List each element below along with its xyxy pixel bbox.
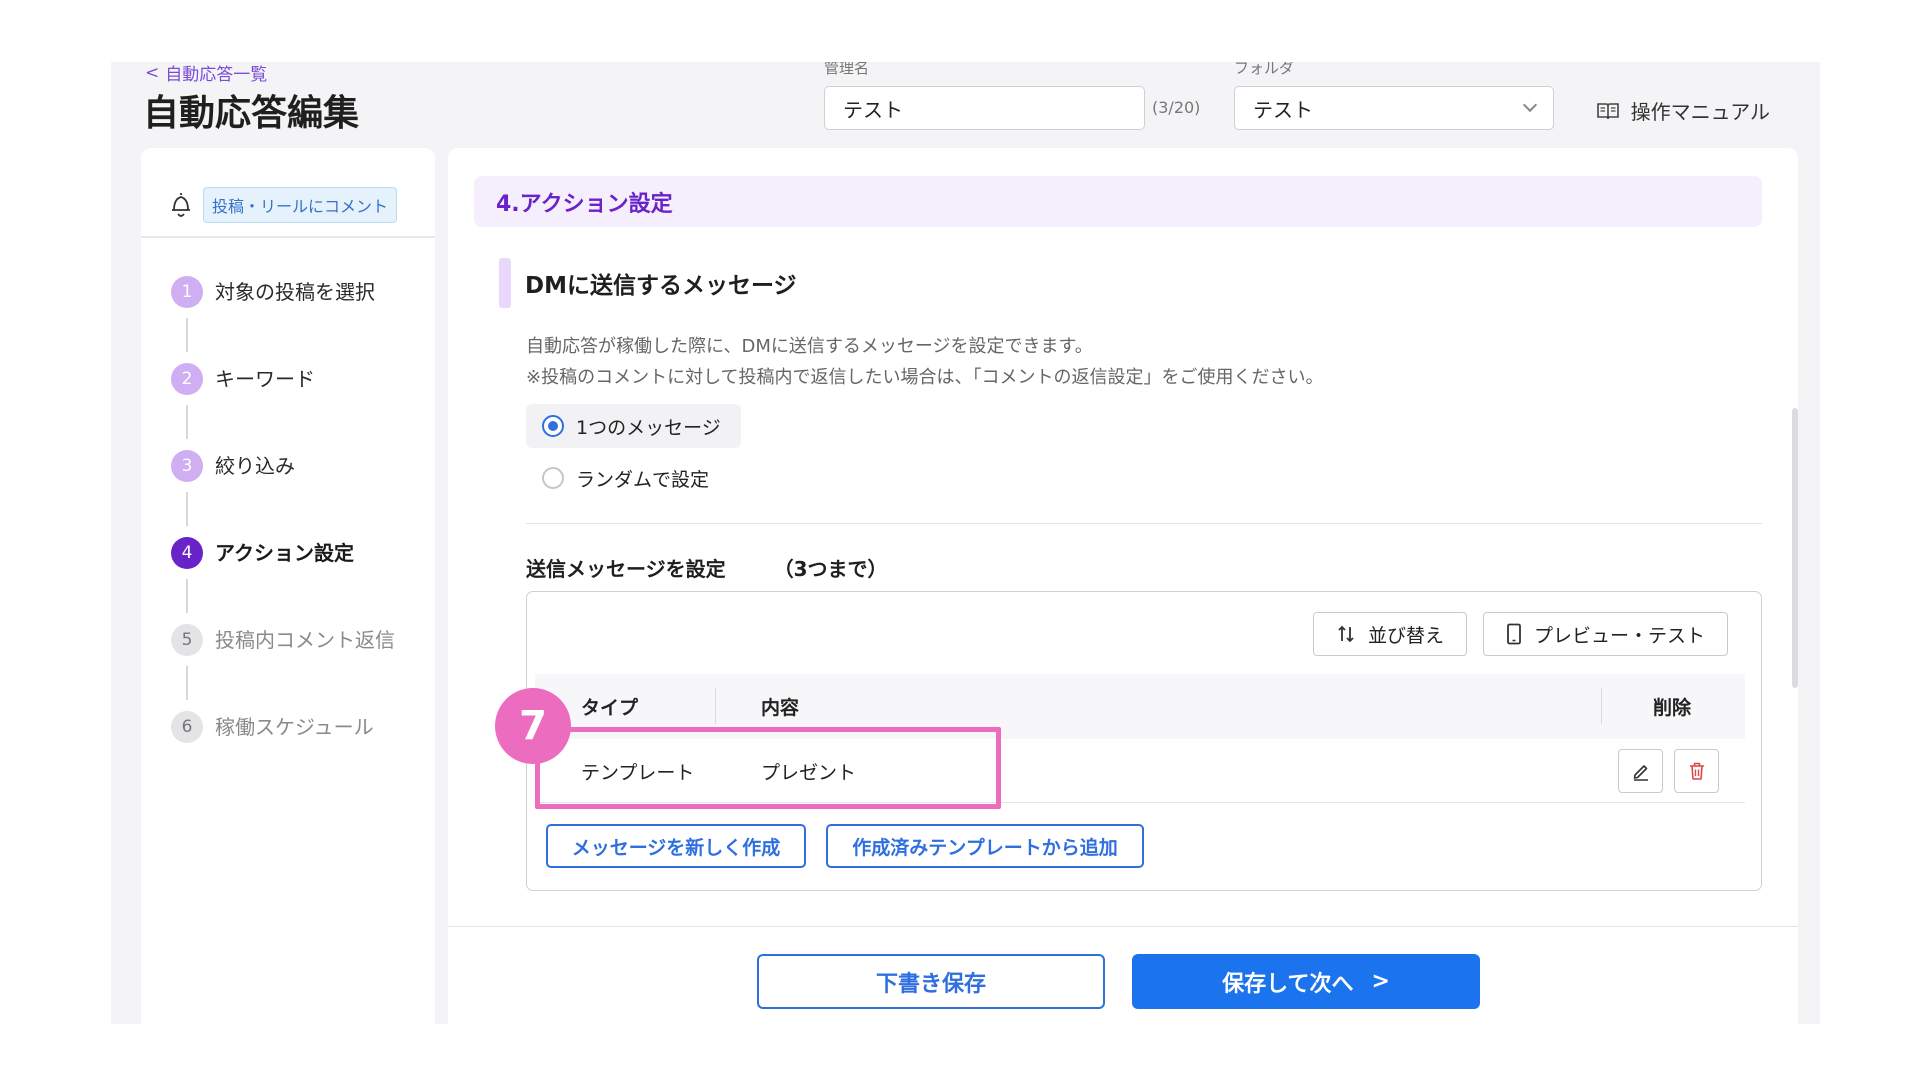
folder-field-label: フォルダ: [1234, 62, 1295, 77]
step-number: 4: [171, 537, 203, 569]
preview-test-button[interactable]: プレビュー・テスト: [1483, 612, 1729, 656]
trash-icon: [1689, 762, 1704, 780]
step-label: キーワード: [215, 367, 315, 391]
trigger-badge: 投稿・リールにコメント: [203, 187, 398, 223]
step-connector: [186, 666, 188, 700]
description-line: 自動応答が稼働した際に、DMに送信するメッセージを設定できます。: [526, 336, 1093, 357]
step-label: アクション設定: [215, 541, 354, 565]
description: 自動応答が稼働した際に、DMに送信するメッセージを設定できます。 ※投稿のコメン…: [526, 331, 1324, 393]
save-next-button-label: 保存して次へ: [1222, 971, 1354, 997]
manual-link[interactable]: 操作マニュアル: [1596, 96, 1770, 125]
step-label: 絞り込み: [215, 454, 295, 478]
sub-heading: DMに送信するメッセージ: [499, 258, 797, 308]
sub-heading-bar: [499, 258, 511, 308]
radio-button-checked[interactable]: [542, 415, 564, 437]
highlight-frame: [535, 727, 1001, 809]
step-connector: [186, 318, 188, 352]
send-message-title: 送信メッセージを設定 （3つまで）: [526, 553, 888, 582]
radio-random-message[interactable]: ランダムで設定: [526, 456, 729, 500]
trigger-type: 投稿・リールにコメント: [141, 148, 435, 238]
step-item[interactable]: 3 絞り込み: [171, 450, 395, 537]
step-label: 対象の投稿を選択: [215, 280, 375, 304]
radio-label: ランダムで設定: [576, 468, 710, 491]
step-connector: [186, 579, 188, 613]
delete-button[interactable]: [1674, 749, 1719, 793]
column-separator: [1601, 688, 1602, 724]
steps-list: 1 対象の投稿を選択 2 キーワード 3 絞り込み 4 アクション設定 5 投稿…: [171, 276, 395, 798]
description-note: ※投稿のコメントに対して投稿内で返信したい場合は、「コメントの返信設定」をご使用…: [526, 367, 1324, 388]
send-message-title-text: 送信メッセージを設定: [526, 557, 726, 581]
steps-sidebar: 投稿・リールにコメント 1 対象の投稿を選択 2 キーワード 3 絞り込み 4 …: [141, 148, 435, 1024]
chevron-left-icon: <: [145, 62, 160, 83]
step-item-current[interactable]: 4 アクション設定: [171, 537, 395, 624]
column-separator: [715, 688, 716, 724]
save-next-button[interactable]: 保存して次へ >: [1132, 954, 1480, 1009]
step-item[interactable]: 6 稼働スケジュール: [171, 711, 395, 798]
app-window: < 自動応答一覧 自動応答編集 管理名 (3/20) フォルダ テスト 操作マニ…: [111, 62, 1820, 1024]
bell-icon: [172, 193, 190, 217]
step-number: 6: [171, 711, 203, 743]
step-item[interactable]: 5 投稿内コメント返信: [171, 624, 395, 711]
folder-select[interactable]: テスト: [1234, 86, 1554, 130]
radio-button[interactable]: [542, 467, 564, 489]
book-icon: [1596, 102, 1619, 119]
step-label: 稼働スケジュール: [215, 715, 374, 739]
sort-button-label: 並び替え: [1368, 624, 1445, 647]
main-panel: 4.アクション設定 DMに送信するメッセージ 自動応答が稼働した際に、DMに送信…: [448, 148, 1798, 1024]
chevron-right-icon: >: [1371, 969, 1390, 994]
step-number: 1: [171, 276, 203, 308]
folder-select-value: テスト: [1253, 97, 1313, 122]
manual-label: 操作マニュアル: [1630, 100, 1770, 124]
step-number: 2: [171, 363, 203, 395]
new-message-button[interactable]: メッセージを新しく作成: [546, 824, 806, 868]
sort-icon: [1338, 625, 1354, 643]
step-item[interactable]: 1 対象の投稿を選択: [171, 276, 395, 363]
step-item[interactable]: 2 キーワード: [171, 363, 395, 450]
send-message-limit: （3つまで）: [773, 557, 888, 581]
name-field-label: 管理名: [824, 62, 870, 77]
name-char-counter: (3/20): [1152, 98, 1201, 117]
step-number: 5: [171, 624, 203, 656]
step-connector: [186, 405, 188, 439]
save-draft-button[interactable]: 下書き保存: [757, 954, 1105, 1009]
sub-heading-text: DMに送信するメッセージ: [525, 273, 797, 299]
chevron-down-icon: [1522, 97, 1538, 113]
column-header-delete: 削除: [1653, 697, 1692, 719]
sort-button[interactable]: 並び替え: [1313, 612, 1468, 656]
back-link[interactable]: < 自動応答一覧: [145, 62, 268, 86]
back-link-label: 自動応答一覧: [165, 65, 268, 85]
scrollbar[interactable]: [1792, 408, 1798, 688]
add-from-template-button[interactable]: 作成済みテンプレートから追加: [826, 824, 1144, 868]
step-number: 3: [171, 450, 203, 482]
step-connector: [186, 492, 188, 526]
step-label: 投稿内コメント返信: [215, 628, 395, 652]
page-title: 自動応答編集: [143, 93, 360, 134]
preview-test-button-label: プレビュー・テスト: [1534, 624, 1706, 647]
radio-single-message[interactable]: 1つのメッセージ: [526, 404, 741, 448]
footer-divider: [448, 926, 1798, 927]
section-title: 4.アクション設定: [474, 176, 1762, 227]
divider: [526, 523, 1762, 524]
phone-icon: [1507, 623, 1521, 645]
annotation-step-badge: 7: [495, 688, 571, 764]
pencil-icon: [1633, 765, 1648, 781]
edit-button[interactable]: [1618, 749, 1663, 793]
radio-label: 1つのメッセージ: [576, 416, 721, 439]
name-input[interactable]: [824, 86, 1145, 130]
